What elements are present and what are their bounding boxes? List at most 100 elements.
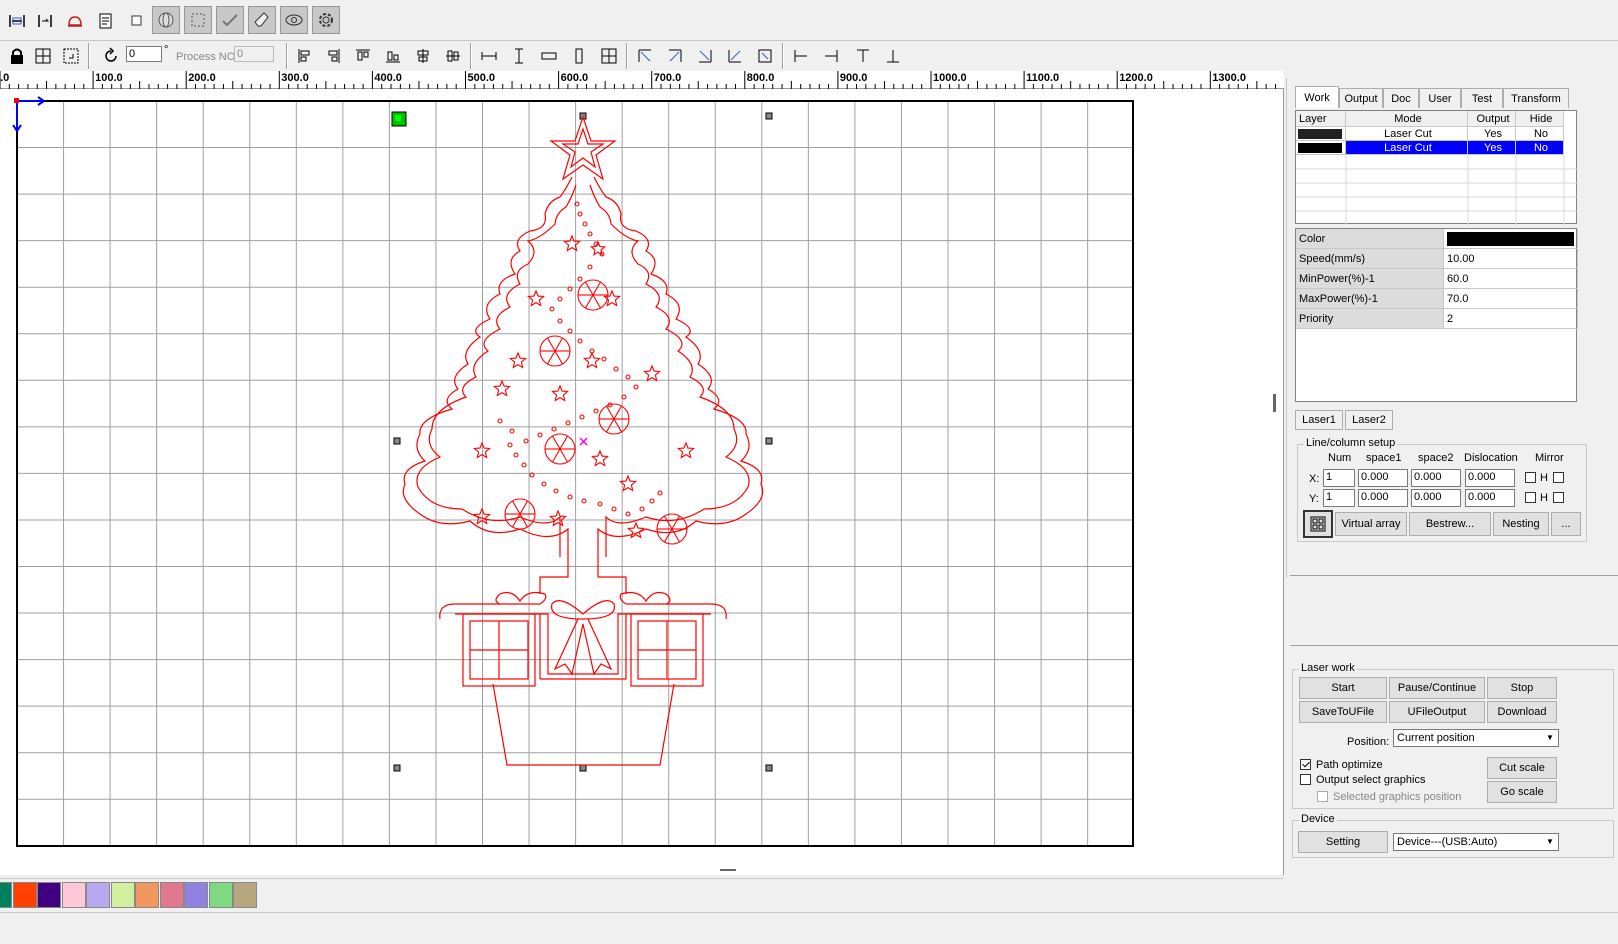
canvas-area[interactable]: [0, 89, 1284, 875]
x-mirror-h-checkbox[interactable]: [1525, 472, 1536, 483]
start-button[interactable]: Start: [1299, 677, 1387, 699]
x-space1-input[interactable]: 0.000: [1358, 469, 1408, 487]
layer-row-0-hide[interactable]: No: [1516, 127, 1564, 141]
bestrew-button[interactable]: Bestrew...: [1409, 512, 1491, 536]
palette-swatch[interactable]: [37, 882, 61, 908]
palette-swatch[interactable]: [61, 882, 86, 908]
prop-maxpower-value[interactable]: 70.0: [1444, 289, 1578, 309]
align-right-icon[interactable]: [320, 43, 346, 69]
dock-right-icon[interactable]: [818, 43, 844, 69]
palette-swatch[interactable]: [135, 882, 159, 908]
ufile-output-button[interactable]: UFileOutput: [1389, 701, 1485, 723]
doc-icon[interactable]: [92, 8, 118, 34]
layer-row-0-color[interactable]: [1296, 127, 1346, 141]
check-icon[interactable]: [216, 6, 244, 34]
palette-swatch[interactable]: [208, 882, 233, 908]
layer-row-1-mode[interactable]: Laser Cut: [1346, 141, 1468, 155]
dock-top-icon[interactable]: [850, 43, 876, 69]
align-center-v-icon[interactable]: [410, 43, 436, 69]
horizontal-splitter[interactable]: [720, 869, 736, 871]
align-h-right-icon[interactable]: [32, 8, 58, 34]
tab-user[interactable]: User: [1419, 88, 1461, 108]
corner-top-right-icon[interactable]: [662, 43, 688, 69]
hand-icon[interactable]: [62, 8, 88, 34]
eye-icon[interactable]: [280, 6, 308, 34]
palette-swatch[interactable]: [12, 882, 37, 908]
select-rect-icon[interactable]: [184, 6, 212, 34]
download-button[interactable]: Download: [1487, 701, 1557, 723]
layer-row-0-mode[interactable]: Laser Cut: [1346, 127, 1468, 141]
align-top-icon[interactable]: [350, 43, 376, 69]
x-mirror-v-checkbox[interactable]: [1553, 472, 1564, 483]
layer-row-0-output[interactable]: Yes: [1468, 127, 1516, 141]
col-hide[interactable]: Hide: [1516, 111, 1564, 127]
eraser-icon[interactable]: [248, 6, 276, 34]
vertical-splitter[interactable]: [1273, 394, 1276, 412]
y-space1-input[interactable]: 0.000: [1358, 489, 1408, 507]
chevron-down-icon[interactable]: ▼: [1542, 730, 1558, 746]
cut-scale-button[interactable]: Cut scale: [1487, 757, 1557, 779]
y-space2-input[interactable]: 0.000: [1411, 489, 1461, 507]
position-select[interactable]: Current position ▼: [1393, 729, 1559, 747]
prop-color-value[interactable]: [1444, 229, 1578, 249]
go-scale-button[interactable]: Go scale: [1487, 781, 1557, 803]
stop-button[interactable]: Stop: [1487, 677, 1557, 699]
col-mode[interactable]: Mode: [1346, 111, 1468, 127]
output-select-checkbox[interactable]: [1300, 774, 1311, 785]
tab-laser2[interactable]: Laser2: [1345, 410, 1393, 430]
rotate-angle-input[interactable]: 0: [126, 46, 162, 62]
distribute-icon[interactable]: [596, 43, 622, 69]
y-num-input[interactable]: 1: [1323, 489, 1355, 507]
layer-row-1-color[interactable]: [1296, 141, 1346, 155]
tab-test[interactable]: Test: [1461, 88, 1503, 108]
save-to-ufile-button[interactable]: SaveToUFile: [1299, 701, 1387, 723]
col-output[interactable]: Output: [1468, 111, 1516, 127]
tab-doc[interactable]: Doc: [1383, 88, 1419, 108]
corner-top-left-icon[interactable]: [632, 43, 658, 69]
gear-icon[interactable]: [312, 6, 340, 34]
tab-transform[interactable]: Transform: [1503, 88, 1569, 108]
device-select[interactable]: Device---(USB:Auto) ▼: [1393, 833, 1559, 851]
x-dislocation-input[interactable]: 0.000: [1465, 469, 1515, 487]
palette-swatch[interactable]: [110, 882, 135, 908]
palette-swatch[interactable]: [159, 882, 184, 908]
align-bottom-icon[interactable]: [380, 43, 406, 69]
grid-icon[interactable]: [30, 43, 56, 69]
dock-left-icon[interactable]: [788, 43, 814, 69]
x-space2-input[interactable]: 0.000: [1411, 469, 1461, 487]
align-h-icon[interactable]: [4, 8, 30, 34]
canvas-svg[interactable]: [0, 89, 1270, 875]
palette-swatch[interactable]: [184, 882, 208, 908]
chevron-down-icon[interactable]: ▼: [1542, 834, 1558, 850]
layer-row-1-output[interactable]: Yes: [1468, 141, 1516, 155]
pause-continue-button[interactable]: Pause/Continue: [1389, 677, 1485, 699]
same-width-icon[interactable]: [476, 43, 502, 69]
setting-button[interactable]: Setting: [1298, 831, 1388, 853]
equal-height-icon[interactable]: [566, 43, 592, 69]
prop-minpower-value[interactable]: 60.0: [1444, 269, 1578, 289]
align-center-h-icon[interactable]: [440, 43, 466, 69]
palette-swatch[interactable]: [0, 882, 12, 908]
process-no-input[interactable]: 0: [234, 46, 274, 62]
y-dislocation-input[interactable]: 0.000: [1465, 489, 1515, 507]
y-mirror-h-checkbox[interactable]: [1525, 492, 1536, 503]
rotate-icon[interactable]: [98, 43, 124, 69]
tab-laser1[interactable]: Laser1: [1295, 410, 1343, 430]
center-icon[interactable]: [752, 43, 778, 69]
x-num-input[interactable]: 1: [1323, 469, 1355, 487]
array-icon[interactable]: [1303, 510, 1333, 538]
selected-pos-checkbox[interactable]: [1317, 791, 1328, 802]
y-mirror-v-checkbox[interactable]: [1553, 492, 1564, 503]
palette-swatch[interactable]: [233, 882, 257, 908]
same-size-icon[interactable]: [536, 43, 562, 69]
lock-icon[interactable]: [4, 43, 30, 69]
same-height-icon[interactable]: [506, 43, 532, 69]
checkbox-icon[interactable]: [124, 8, 150, 34]
more-button[interactable]: ...: [1551, 512, 1581, 536]
prop-priority-value[interactable]: 2: [1444, 309, 1578, 329]
resize-icon[interactable]: [58, 43, 84, 69]
globe-icon[interactable]: [152, 6, 180, 34]
virtual-array-button[interactable]: Virtual array: [1335, 512, 1407, 536]
prop-speed-value[interactable]: 10.00: [1444, 249, 1578, 269]
path-optimize-checkbox[interactable]: [1300, 759, 1311, 770]
